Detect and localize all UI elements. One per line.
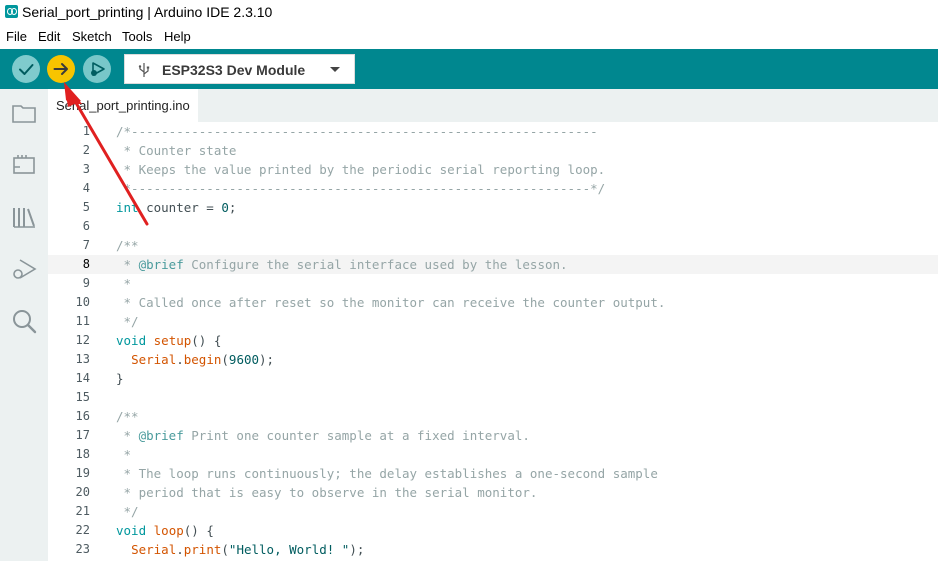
code-line[interactable]: 6	[48, 217, 938, 236]
code-line[interactable]: 11 */	[48, 312, 938, 331]
code-line[interactable]: 17 * @brief Print one counter sample at …	[48, 426, 938, 445]
code-line[interactable]: 13 Serial.begin(9600);	[48, 350, 938, 369]
code-line[interactable]: 19 * The loop runs continuously; the del…	[48, 464, 938, 483]
code-text: * Keeps the value printed by the periodi…	[116, 162, 606, 177]
code-text: void loop() {	[116, 523, 214, 538]
code-text: int counter = 0;	[116, 200, 237, 215]
folder-icon[interactable]	[10, 99, 38, 127]
line-number: 7	[82, 238, 90, 252]
code-line[interactable]: 2 * Counter state	[48, 141, 938, 160]
code-text: /**	[116, 238, 139, 253]
line-number: 4	[82, 181, 90, 195]
code-line[interactable]: 16 /**	[48, 407, 938, 426]
code-text: *	[116, 447, 132, 462]
debug-icon[interactable]	[10, 255, 38, 283]
code-text: * @brief Configure the serial interface …	[116, 257, 568, 272]
window-title: Serial_port_printing | Arduino IDE 2.3.1…	[22, 4, 273, 20]
upload-button[interactable]	[47, 55, 75, 83]
code-text: /*--------------------------------------…	[116, 124, 598, 139]
menu-tools[interactable]: Tools	[122, 29, 152, 44]
code-line[interactable]: 18 *	[48, 445, 938, 464]
code-line[interactable]: 1 /*-------------------------------------…	[48, 122, 938, 141]
code-text: void setup() {	[116, 333, 222, 348]
line-number: 12	[75, 333, 90, 347]
line-number: 2	[82, 143, 90, 157]
code-text: * Counter state	[116, 143, 237, 158]
line-number: 10	[75, 295, 90, 309]
title-bar: Serial_port_printing | Arduino IDE 2.3.1…	[0, 0, 938, 24]
arrow-right-icon	[53, 63, 68, 75]
menu-bar: File Edit Sketch Tools Help	[0, 26, 938, 48]
code-line[interactable]: 14}	[48, 369, 938, 388]
menu-edit[interactable]: Edit	[38, 29, 60, 44]
line-number: 21	[75, 504, 90, 518]
tab-label: Serial_port_printing.ino	[56, 98, 190, 113]
code-text: */	[116, 504, 139, 519]
line-number: 22	[75, 523, 90, 537]
code-text: Serial.print("Hello, World! ");	[131, 542, 365, 557]
line-number: 17	[75, 428, 90, 442]
usb-icon	[138, 63, 150, 77]
line-number: 6	[82, 219, 90, 233]
line-number: 14	[75, 371, 90, 385]
line-number: 8	[82, 257, 90, 271]
tab-sketch-file[interactable]: Serial_port_printing.ino	[48, 89, 198, 122]
line-number: 20	[75, 485, 90, 499]
arduino-logo-icon	[5, 5, 18, 18]
debug-play-icon	[91, 62, 105, 76]
check-icon	[19, 64, 34, 75]
code-line[interactable]: 22 void loop() {	[48, 521, 938, 540]
menu-sketch[interactable]: Sketch	[72, 29, 112, 44]
line-number: 9	[82, 276, 90, 290]
line-number: 18	[75, 447, 90, 461]
code-text: Serial.begin(9600);	[131, 352, 275, 367]
board-name: ESP32S3 Dev Module	[162, 62, 306, 78]
code-text: }	[116, 371, 124, 386]
tab-strip: Serial_port_printing.ino	[48, 89, 938, 122]
code-line[interactable]: 3 * Keeps the value printed by the perio…	[48, 160, 938, 179]
code-text: *	[116, 276, 132, 291]
code-text: * The loop runs continuously; the delay …	[116, 466, 658, 481]
code-text: *---------------------------------------…	[116, 181, 606, 196]
code-line[interactable]: 8 * @brief Configure the serial interfac…	[48, 255, 938, 274]
chevron-down-icon[interactable]	[330, 67, 340, 72]
line-number: 1	[82, 124, 90, 138]
code-text: */	[116, 314, 139, 329]
line-number: 5	[82, 200, 90, 214]
code-line[interactable]: 7 /**	[48, 236, 938, 255]
verify-button[interactable]	[12, 55, 40, 83]
board-manager-icon[interactable]	[10, 151, 38, 179]
code-text: * Called once after reset so the monitor…	[116, 295, 666, 310]
board-selector[interactable]: ESP32S3 Dev Module	[124, 54, 355, 84]
code-line[interactable]: 23 Serial.print("Hello, World! ");	[48, 540, 938, 559]
code-line[interactable]: 20 * period that is easy to observe in t…	[48, 483, 938, 502]
code-line[interactable]: 4 *-------------------------------------…	[48, 179, 938, 198]
line-number: 3	[82, 162, 90, 176]
line-number: 19	[75, 466, 90, 480]
line-number: 13	[75, 352, 90, 366]
sidebar	[0, 89, 48, 561]
line-number: 11	[75, 314, 90, 328]
code-line[interactable]: 12 void setup() {	[48, 331, 938, 350]
menu-help[interactable]: Help	[164, 29, 191, 44]
debug-button[interactable]	[83, 55, 111, 83]
search-icon[interactable]	[10, 307, 38, 335]
code-line[interactable]: 9 *	[48, 274, 938, 293]
line-number: 23	[75, 542, 90, 556]
code-line[interactable]: 5 int counter = 0;	[48, 198, 938, 217]
code-line[interactable]: 10 * Called once after reset so the moni…	[48, 293, 938, 312]
code-line[interactable]: 15	[48, 388, 938, 407]
code-text: /**	[116, 409, 139, 424]
library-icon[interactable]	[10, 203, 38, 231]
code-editor[interactable]: 1 /*-------------------------------------…	[48, 122, 938, 561]
code-line[interactable]: 21 */	[48, 502, 938, 521]
code-text: * @brief Print one counter sample at a f…	[116, 428, 530, 443]
line-number: 15	[75, 390, 90, 404]
toolbar: ESP32S3 Dev Module	[0, 49, 938, 89]
menu-file[interactable]: File	[6, 29, 27, 44]
line-number: 16	[75, 409, 90, 423]
code-text: * period that is easy to observe in the …	[116, 485, 538, 500]
